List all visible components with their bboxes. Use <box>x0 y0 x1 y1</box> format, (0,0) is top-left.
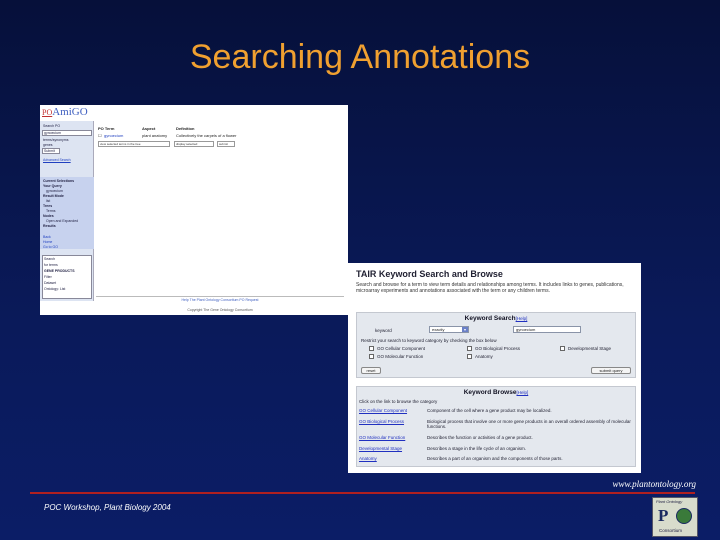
keyword-input[interactable]: gynoecium <box>513 326 581 333</box>
checkbox-go-molecular[interactable] <box>369 354 374 359</box>
category-go-biological: GO Biological Process <box>475 346 521 351</box>
browse-desc-anatomy: Describes a part of an organism and the … <box>427 456 563 461</box>
keyword-search-title: Keyword Search <box>464 315 516 322</box>
keyword-browse-panel: Keyword Browse[Help] Click on the link t… <box>356 386 636 467</box>
col-header-term: PO Term <box>98 126 115 131</box>
current-selections-heading: Current Selections <box>43 179 75 183</box>
browse-link-go-biological[interactable]: GO Biological Process <box>359 419 404 424</box>
checkbox-developmental[interactable] <box>560 346 565 351</box>
logo-globe-icon <box>676 508 692 524</box>
amigo-screenshot: POAmiGO Search PO gynoecium terms/synony… <box>40 105 348 315</box>
keyword-browse-title: Keyword Browse <box>463 389 517 396</box>
keyword-input-value: gynoecium <box>516 327 536 332</box>
checkbox-anatomy[interactable] <box>467 354 472 359</box>
result-mode-value[interactable]: list <box>46 199 50 203</box>
browse-desc-go-cellular: Component of the cell where a gene produ… <box>427 408 552 413</box>
advanced-search-link[interactable]: Advanced Search <box>43 158 71 162</box>
match-type-value: exactly <box>432 327 445 332</box>
logo-p-letter: P <box>658 506 669 525</box>
amigo-search-input[interactable]: gynoecium <box>42 130 92 136</box>
col-header-definition: Definition <box>176 126 195 131</box>
poc-logo: Plant Ontology P Consortium <box>652 497 698 537</box>
browse-desc-developmental: Describes a stage in the life cycle of a… <box>427 446 527 451</box>
col-header-aspect: Aspect <box>142 126 156 131</box>
amigo-logo-prefix: PO <box>42 108 53 117</box>
category-anatomy: Anatomy <box>475 354 493 359</box>
keyword-search-help-link[interactable]: [Help] <box>516 316 528 321</box>
keyword-browse-heading: Keyword Browse[Help] <box>357 389 635 396</box>
your-query-heading: Your Query <box>43 184 62 188</box>
category-developmental: Developmental Stage <box>568 346 612 351</box>
side-link-home[interactable]: Home <box>43 240 52 244</box>
browse-instructions: Click on the link to browse the category <box>359 399 438 404</box>
nodes-value[interactable]: Open and Expanded <box>46 219 78 223</box>
nodes-heading: Nodes <box>43 214 54 218</box>
amigo-submit-label: Submit <box>44 149 55 153</box>
keyword-search-panel: Keyword Search[Help] keyword exactly gyn… <box>356 312 636 378</box>
browse-desc-go-biological: Biological process that involve one or m… <box>427 419 631 429</box>
trees-heading: Trees <box>43 204 53 208</box>
logo-bottom-text: Consortium <box>659 528 683 533</box>
tair-screenshot: TAIR Keyword Search and Browse Search an… <box>348 263 641 473</box>
category-go-molecular: GO Molecular Function <box>377 354 424 359</box>
amigo-copyright: Copyright The Gene Ontology Consortium <box>187 308 253 312</box>
term-checkbox[interactable]: ☐ <box>98 133 102 138</box>
browse-link-go-molecular[interactable]: GO Molecular Function <box>359 435 405 440</box>
browse-link-anatomy[interactable]: Anatomy <box>359 456 377 461</box>
tair-description: Search and browse for a term to view ter… <box>356 282 624 294</box>
keyword-browse-help-link[interactable]: [Help] <box>516 390 528 395</box>
category-go-cellular: GO Cellular Component <box>377 346 426 351</box>
browse-link-developmental[interactable]: Developmental Stage <box>359 446 402 451</box>
side-link-back[interactable]: Back <box>43 235 51 239</box>
datasource-filter[interactable]: Filter <box>44 275 52 279</box>
checkbox-go-cellular[interactable] <box>369 346 374 351</box>
amigo-logo-name: AmiGO <box>52 106 88 118</box>
footer-divider <box>30 492 695 494</box>
radio-genes[interactable]: genes <box>43 143 53 147</box>
keyword-label: keyword <box>375 328 392 333</box>
submit-query-button[interactable]: submit query <box>591 367 631 374</box>
website-url: www.plantontology.org <box>612 479 696 489</box>
restrict-instructions: Restrict your search to keyword category… <box>361 338 497 343</box>
view-selected-select[interactable]: view selected terms in the tree <box>98 141 170 147</box>
radio-terms[interactable]: terms/synonyms <box>43 138 68 142</box>
reset-button[interactable]: reset <box>361 367 381 374</box>
search2-label: Search <box>44 257 56 261</box>
keyword-search-heading: Keyword Search[Help] <box>357 315 635 322</box>
amigo-footer-links[interactable]: Help The Plant Ontology Consortium PO Re… <box>96 296 344 302</box>
workshop-caption: POC Workshop, Plant Biology 2004 <box>44 503 171 512</box>
search2-option[interactable]: for terms <box>44 263 58 267</box>
tair-title: TAIR Keyword Search and Browse <box>356 269 503 279</box>
datasource-option-1[interactable]: Dataset <box>44 281 56 285</box>
amigo-submit-button[interactable]: Submit <box>42 148 60 154</box>
browse-desc-go-molecular: Describes the function or activities of … <box>427 435 533 440</box>
result-definition: Collectively the carpels of a flower <box>176 133 237 138</box>
result-aspect: plant anatomy <box>142 133 168 138</box>
display-selected-select[interactable]: display selected <box>174 141 214 147</box>
trees-value[interactable]: Terms <box>46 209 56 213</box>
browse-link-go-cellular[interactable]: GO Cellular Component <box>359 408 407 413</box>
amigo-go-button[interactable]: submit <box>217 141 235 147</box>
match-type-select[interactable]: exactly <box>429 326 469 333</box>
amigo-sidebar: Search PO gynoecium terms/synonyms genes… <box>40 121 94 301</box>
result-mode-heading: Result Mode <box>43 194 64 198</box>
datasource-option-2[interactable]: Ontology: List <box>44 287 65 291</box>
side-link-go[interactable]: Go to GO <box>43 245 58 249</box>
slide-title: Searching Annotations <box>189 38 531 76</box>
logo-top-text: Plant Ontology <box>656 499 683 504</box>
secondary-search-box: Search for terms GENE PRODUCTS Filter Da… <box>42 255 92 299</box>
results-heading: Results <box>43 224 56 228</box>
result-term-link[interactable]: gynoecium <box>104 133 123 138</box>
amigo-search-value: gynoecium <box>44 131 61 135</box>
checkbox-go-biological[interactable] <box>467 346 472 351</box>
datasource-heading: GENE PRODUCTS <box>44 269 75 273</box>
search-po-label: Search PO <box>43 124 61 128</box>
amigo-logo[interactable]: POAmiGO <box>42 106 88 118</box>
your-query-value[interactable]: gynoecium <box>46 189 63 193</box>
